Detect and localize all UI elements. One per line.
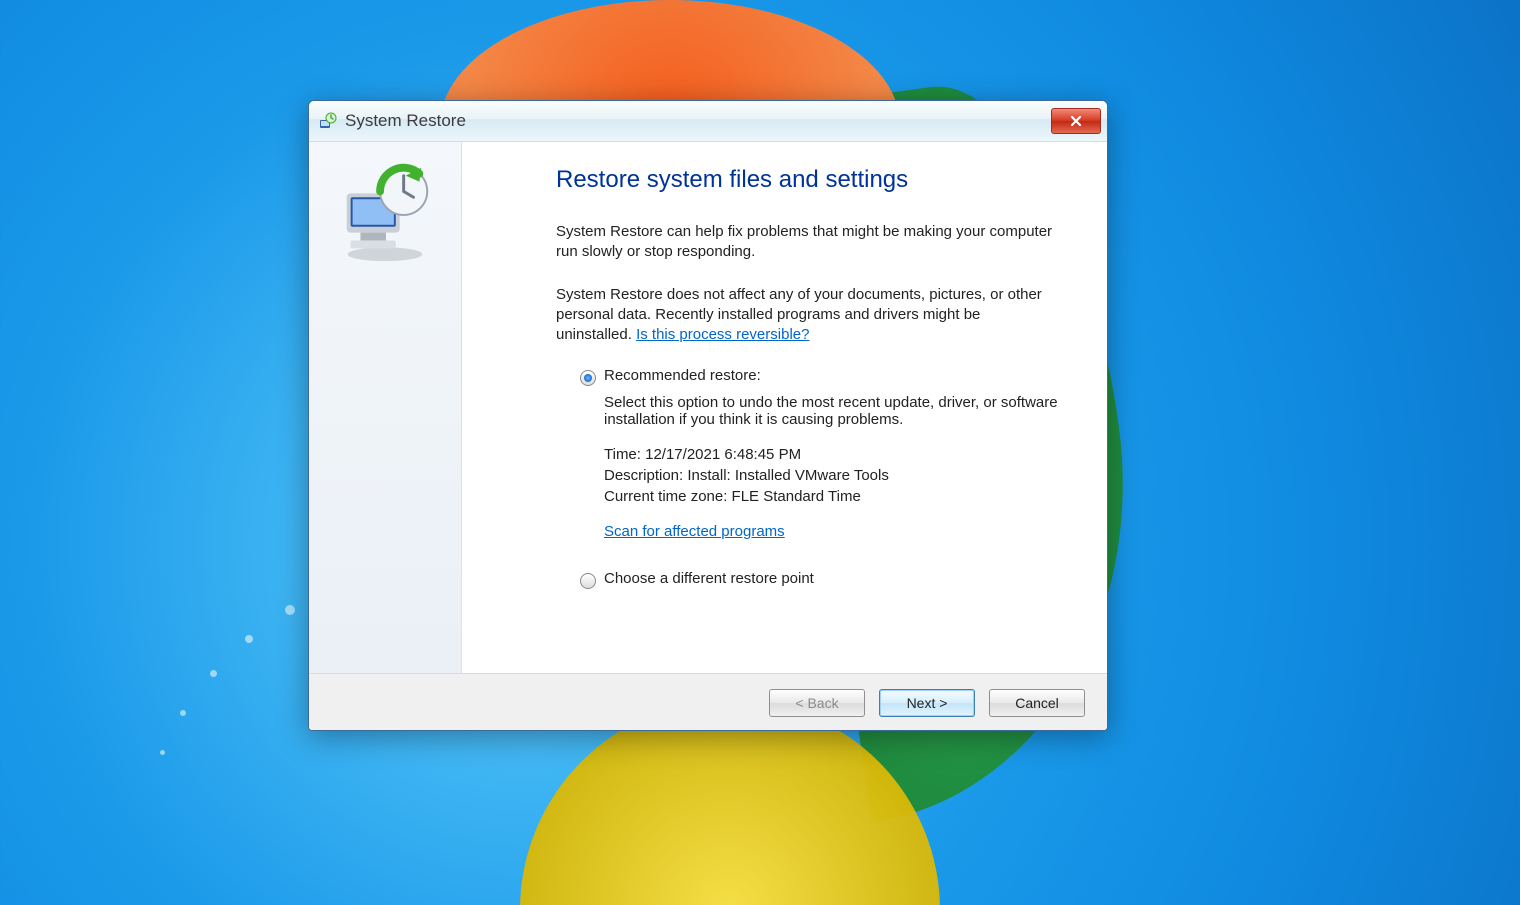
option-different-label: Choose a different restore point (604, 570, 814, 587)
wizard-content: Restore system files and settings System… (462, 142, 1107, 673)
option-recommended-label: Recommended restore: (604, 367, 761, 384)
restore-timezone: Current time zone: FLE Standard Time (604, 488, 1059, 505)
system-restore-large-icon (331, 158, 439, 270)
close-icon (1069, 115, 1083, 127)
wizard-sidebar (309, 142, 462, 673)
option-recommended-body: Select this option to undo the most rece… (604, 394, 1059, 540)
page-heading: Restore system files and settings (556, 166, 1059, 194)
restore-time: Time: 12/17/2021 6:48:45 PM (604, 446, 1059, 463)
system-restore-icon (319, 112, 337, 130)
radio-different[interactable] (580, 573, 596, 589)
wizard-footer: < Back Next > Cancel (309, 673, 1107, 731)
title-bar[interactable]: System Restore (309, 101, 1107, 142)
cancel-button[interactable]: Cancel (989, 689, 1085, 717)
option-different[interactable]: Choose a different restore point (580, 570, 1059, 589)
restore-description: Description: Install: Installed VMware T… (604, 467, 1059, 484)
reversible-help-link[interactable]: Is this process reversible? (636, 326, 809, 343)
radio-recommended[interactable] (580, 370, 596, 386)
window-title: System Restore (345, 111, 1051, 131)
scan-affected-programs-link[interactable]: Scan for affected programs (604, 523, 785, 540)
recommended-desc: Select this option to undo the most rece… (604, 394, 1059, 428)
close-button[interactable] (1051, 108, 1101, 134)
intro-paragraph-2: System Restore does not affect any of yo… (556, 285, 1059, 346)
option-recommended[interactable]: Recommended restore: (580, 367, 1059, 386)
back-button[interactable]: < Back (769, 689, 865, 717)
system-restore-window: System Restore (308, 100, 1108, 731)
next-button[interactable]: Next > (879, 689, 975, 717)
intro-paragraph-1: System Restore can help fix problems tha… (556, 222, 1059, 263)
